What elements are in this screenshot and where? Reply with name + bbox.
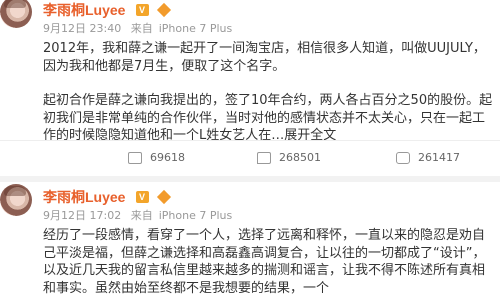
avatar[interactable] <box>0 184 32 216</box>
source-prefix: 来自 <box>130 22 153 35</box>
username[interactable]: 李雨桐Luyee <box>43 187 125 207</box>
post-source: iPhone 7 Plus <box>158 209 233 222</box>
repost-button[interactable]: 69618 <box>128 151 185 164</box>
thumbs-up-icon <box>396 152 410 164</box>
member-diamond-icon <box>156 189 171 204</box>
post-header: 李雨桐Luyee V <box>43 0 171 20</box>
post-paragraph: 2012年，我和薛之谦一起开了一间淘宝店，相信很多人知道，叫做UUJULY，因为… <box>43 41 486 74</box>
repost-icon <box>128 152 142 164</box>
weibo-post: 李雨桐Luyee V 9月12日 23:40 来自 iPhone 7 Plus 2… <box>0 0 500 164</box>
post-date[interactable]: 9月12日 17:02 <box>43 209 121 222</box>
like-button[interactable]: 261417 <box>396 151 460 164</box>
post-source: iPhone 7 Plus <box>158 22 233 35</box>
post-paragraph: 经历了一段感情，看穿了一个人，选择了远离和释怀，一直以来的隐忍是劝自己平淡是福，… <box>43 228 486 296</box>
verified-badge-icon: V <box>135 190 149 203</box>
post-header: 李雨桐Luyee V <box>43 186 171 207</box>
member-diamond-icon <box>156 2 171 17</box>
post-actions: 69618 268501 261417 <box>0 140 500 177</box>
like-count: 261417 <box>418 151 460 164</box>
post-date[interactable]: 9月12日 23:40 <box>43 22 121 35</box>
username[interactable]: 李雨桐Luyee <box>43 0 125 20</box>
comment-icon <box>257 152 271 164</box>
repost-count: 69618 <box>150 151 185 164</box>
post-body: 经历了一段感情，看穿了一个人，选择了远离和释怀，一直以来的隐忍是劝自己平淡是福，… <box>43 227 495 297</box>
verified-badge-icon: V <box>135 3 149 16</box>
weibo-post: 李雨桐Luyee V 9月12日 17:02 来自 iPhone 7 Plus 经… <box>0 182 500 296</box>
comment-button[interactable]: 268501 <box>257 151 321 164</box>
post-paragraph: 起初合作是薛之谦向我提出的，签了10年合约，两人各占百分之50的股份。起初我们是… <box>43 92 495 145</box>
source-prefix: 来自 <box>130 209 153 222</box>
post-timeline: 9月12日 17:02 来自 iPhone 7 Plus <box>43 207 238 223</box>
post-timeline: 9月12日 23:40 来自 iPhone 7 Plus <box>43 20 238 36</box>
post-body: 2012年，我和薛之谦一起开了一间淘宝店，相信很多人知道，叫做UUJULY，因为… <box>43 40 495 145</box>
avatar[interactable] <box>0 0 32 28</box>
comment-count: 268501 <box>279 151 321 164</box>
post-paragraph-text: 起初合作是薛之谦向我提出的，签了10年合约，两人各占百分之50的股份。起初我们是… <box>43 93 493 143</box>
